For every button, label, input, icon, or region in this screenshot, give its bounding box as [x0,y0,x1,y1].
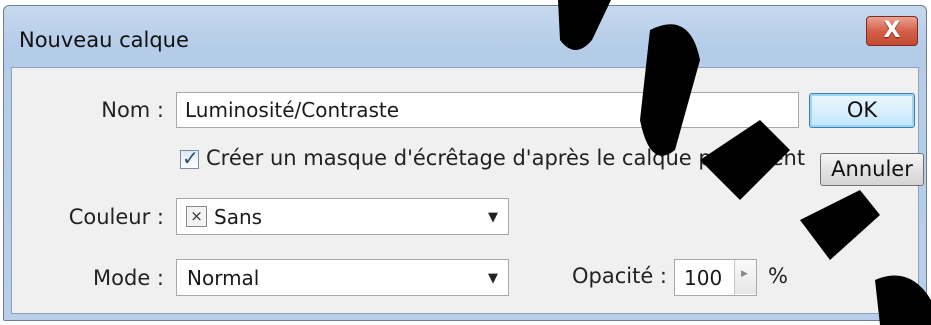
color-label: Couleur : [68,205,164,229]
mode-select[interactable]: Normal ▼ [176,259,509,296]
clip-mask-label[interactable]: Créer un masque d'écrêtage d'après le ca… [206,146,805,170]
cancel-button[interactable]: Annuler [820,153,924,186]
opacity-unit: % [768,264,788,288]
color-select[interactable]: × Sans ▼ [176,198,509,235]
mode-label: Mode : [93,266,164,290]
new-layer-dialog: Nouveau calque X Nom : OK ✓ Créer un mas… [3,5,927,321]
chevron-down-icon: ▼ [488,271,498,286]
triangle-right-icon: ▶ [741,269,748,279]
checkmark-icon: ✓ [182,146,199,170]
dialog-content: Nom : OK ✓ Créer un masque d'écrêtage d'… [11,67,924,314]
close-icon: X [883,18,901,43]
opacity-value: 100 [684,266,723,290]
clip-mask-checkbox[interactable]: ✓ [180,146,199,170]
opacity-label: Opacité : [571,264,667,288]
cancel-button-label: Annuler [831,157,913,181]
color-select-value: Sans [214,205,263,229]
ok-button[interactable]: OK [809,93,915,128]
name-field[interactable] [176,92,799,128]
name-label: Nom : [101,98,164,122]
dialog-title: Nouveau calque [19,28,189,52]
opacity-field[interactable]: 100 ▶ [674,259,757,296]
ok-button-label: OK [846,98,878,122]
x-swatch-icon: × [186,206,207,227]
name-input[interactable] [177,93,798,127]
close-button[interactable]: X [866,16,918,46]
mode-select-value: Normal [187,266,260,290]
opacity-spinner[interactable]: ▶ [734,260,756,294]
chevron-down-icon: ▼ [488,210,498,225]
